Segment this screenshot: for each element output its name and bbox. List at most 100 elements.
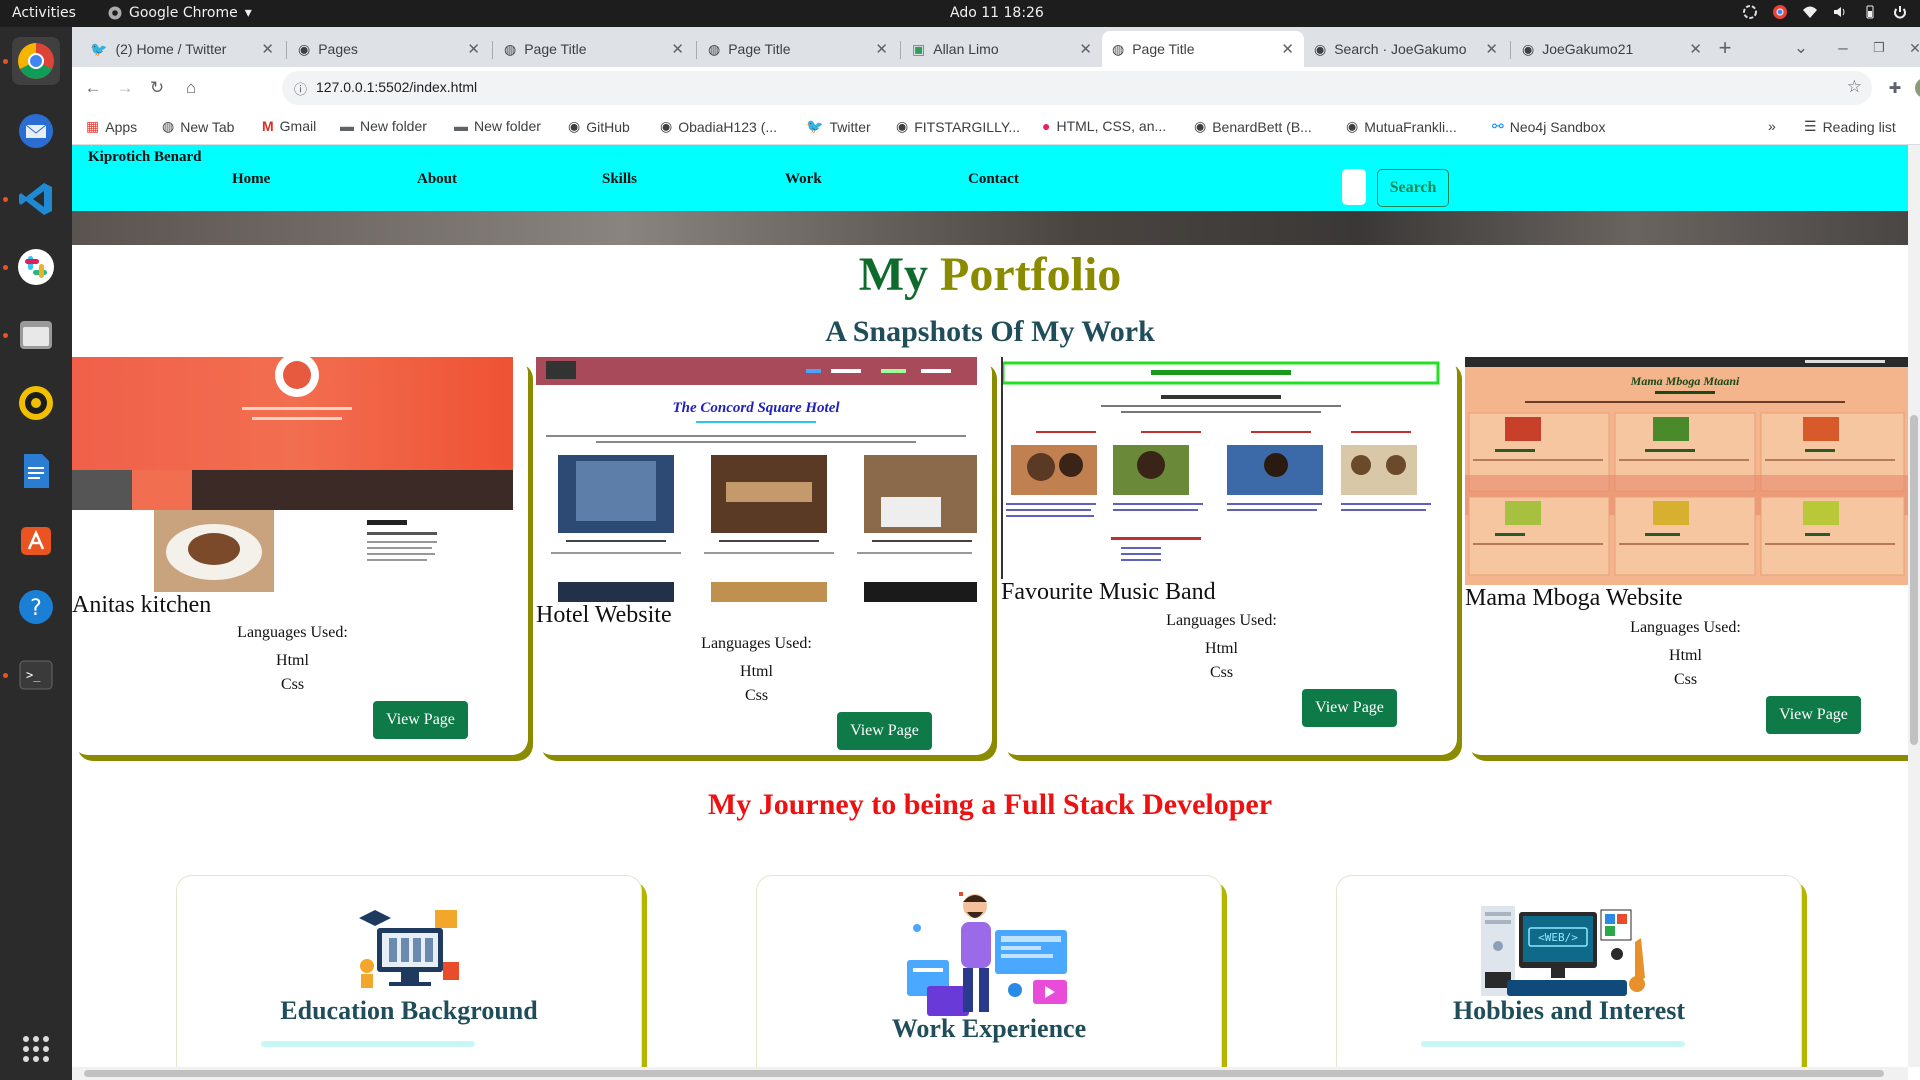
system-tray[interactable] (1742, 4, 1908, 20)
reading-list[interactable]: ☰ Reading list (1804, 118, 1896, 135)
bookmark-item[interactable]: M Gmail (262, 118, 316, 134)
app-menu[interactable]: Google Chrome ▾ (108, 5, 252, 21)
horizontal-scrollbar[interactable] (72, 1067, 1908, 1080)
profile-avatar[interactable] (1912, 75, 1920, 101)
help-dock-icon[interactable]: ? (12, 583, 60, 631)
browser-tab[interactable]: ◍ Page Title ✕ (494, 31, 694, 67)
address-bar[interactable]: ⓘ 127.0.0.1:5502/index.html ☆ (282, 71, 1872, 105)
bookmark-item[interactable]: ▬ New folder (454, 118, 541, 134)
battery-icon (1866, 5, 1874, 19)
project-thumbnail[interactable] (1001, 357, 1442, 579)
terminal-dock-icon[interactable]: >_ (12, 651, 60, 699)
nav-about[interactable]: About (417, 171, 457, 188)
tab-separator (1510, 41, 1511, 59)
window-close-icon[interactable]: ✕ (1902, 35, 1920, 61)
chrome-icon (108, 6, 122, 20)
view-page-button[interactable]: View Page (373, 701, 468, 739)
language-item: Html (740, 663, 773, 680)
extensions-icon[interactable]: ✚ (1882, 75, 1908, 101)
bookmark-item[interactable]: ⚯ Neo4j Sandbox (1492, 118, 1605, 135)
bookmark-item[interactable]: ▬ New folder (340, 118, 427, 134)
scrollbar-thumb[interactable] (84, 1070, 1884, 1077)
bookmark-item[interactable]: ● HTML, CSS, an... (1042, 118, 1166, 134)
language-item: Html (1205, 640, 1238, 657)
journey-card-education: Education Background (176, 875, 642, 1067)
view-page-button[interactable]: View Page (837, 712, 932, 750)
vscode-dock-icon[interactable] (12, 175, 60, 223)
bookmark-item[interactable]: 🐦 Twitter (806, 118, 871, 135)
bookmark-item[interactable]: ◉ ObadiaH123 (... (660, 118, 777, 135)
show-apps-button[interactable] (12, 1025, 60, 1073)
close-icon[interactable]: ✕ (261, 40, 274, 58)
close-icon[interactable]: ✕ (1079, 40, 1092, 58)
bookmark-star-icon[interactable]: ☆ (1847, 77, 1862, 97)
bookmark-item[interactable]: ◉ BenardBett (B... (1194, 118, 1312, 135)
browser-tab[interactable]: ◍ Page Title ✕ (698, 31, 898, 67)
reload-icon[interactable]: ↻ (144, 75, 170, 101)
scrollbar-thumb[interactable] (1910, 415, 1918, 745)
browser-tab[interactable]: 🐦 (2) Home / Twitter ✕ (80, 31, 284, 67)
bookmark-item[interactable]: ◉ MutuaFrankli... (1346, 118, 1457, 135)
vertical-scrollbar[interactable] (1908, 145, 1920, 1067)
bookmark-item[interactable]: ◉ GitHub (568, 118, 630, 135)
nav-contact[interactable]: Contact (968, 171, 1019, 188)
new-tab-button[interactable]: + (1712, 35, 1738, 61)
project-title: Favourite Music Band (1001, 579, 1216, 605)
tab-separator (492, 41, 493, 59)
restore-icon[interactable]: ❐ (1866, 35, 1892, 61)
writer-dock-icon[interactable] (12, 447, 60, 495)
close-icon[interactable]: ✕ (1485, 40, 1498, 58)
running-indicator (3, 673, 8, 678)
minimize-icon[interactable]: – (1830, 35, 1856, 61)
github-icon: ◉ (1194, 118, 1207, 134)
forward-icon[interactable]: → (112, 75, 138, 101)
nav-home[interactable]: Home (232, 171, 270, 188)
close-icon[interactable]: ✕ (671, 40, 684, 58)
home-icon[interactable]: ⌂ (178, 75, 204, 101)
close-icon[interactable]: ✕ (1281, 40, 1294, 58)
nav-skills[interactable]: Skills (602, 171, 637, 188)
browser-tab[interactable]: ◉ JoeGakumo21 ✕ (1512, 31, 1712, 67)
slack-tray-icon (1743, 5, 1757, 19)
files-dock-icon[interactable] (12, 311, 60, 359)
journey-card-title: Education Background (280, 996, 538, 1025)
running-indicator (3, 197, 8, 202)
portfolio-title-word: My (858, 248, 929, 301)
slack-dock-icon[interactable] (12, 243, 60, 291)
bookmarks-overflow[interactable]: » (1768, 118, 1776, 134)
bookmark-item[interactable]: ◍ New Tab (162, 118, 234, 135)
bookmark-item[interactable]: ◉ FITSTARGILLY... (896, 118, 1020, 135)
search-input[interactable] (1342, 169, 1366, 205)
browser-tab[interactable]: ▣ Allan Limo ✕ (902, 31, 1102, 67)
chrome-dock-icon[interactable] (12, 37, 60, 85)
languages-heading: Languages Used: (1166, 612, 1277, 629)
project-thumbnail[interactable]: Mama Mboga Mtaani (1465, 357, 1908, 585)
close-icon[interactable]: ✕ (1689, 40, 1702, 58)
bookmark-apps[interactable]: ▦ Apps (86, 118, 137, 135)
software-dock-icon[interactable] (12, 515, 60, 563)
browser-tab[interactable]: ◉ Pages ✕ (288, 31, 490, 67)
tab-search-icon[interactable]: ⌄ (1788, 35, 1814, 61)
project-card: Anitas kitchen Languages Used: Html Css … (72, 357, 528, 755)
search-button[interactable]: Search (1377, 169, 1449, 207)
close-icon[interactable]: ✕ (467, 40, 480, 58)
project-thumbnail[interactable] (72, 357, 513, 592)
browser-tab[interactable]: ◉ Search · JoeGakumo ✕ (1304, 31, 1508, 67)
site-info-icon[interactable]: ⓘ (294, 79, 307, 98)
site-brand[interactable]: Kiprotich Benard (88, 149, 201, 166)
clock[interactable]: Ado 11 18:26 (950, 5, 1044, 21)
browser-tab-active[interactable]: ◍ Page Title ✕ (1102, 31, 1304, 67)
close-icon[interactable]: ✕ (875, 40, 888, 58)
activities-button[interactable]: Activities (12, 5, 76, 21)
back-icon[interactable]: ← (80, 75, 106, 101)
dock: ? >_ (0, 27, 72, 1080)
project-thumbnail[interactable]: The Concord Square Hotel (536, 357, 977, 602)
languages-heading: Languages Used: (701, 635, 812, 652)
twitter-icon: 🐦 (806, 118, 824, 134)
rhythmbox-dock-icon[interactable] (12, 379, 60, 427)
nav-work[interactable]: Work (785, 171, 822, 188)
thunderbird-dock-icon[interactable] (12, 107, 60, 155)
view-page-button[interactable]: View Page (1766, 696, 1861, 734)
page-icon: ▣ (912, 40, 926, 57)
view-page-button[interactable]: View Page (1302, 689, 1397, 727)
